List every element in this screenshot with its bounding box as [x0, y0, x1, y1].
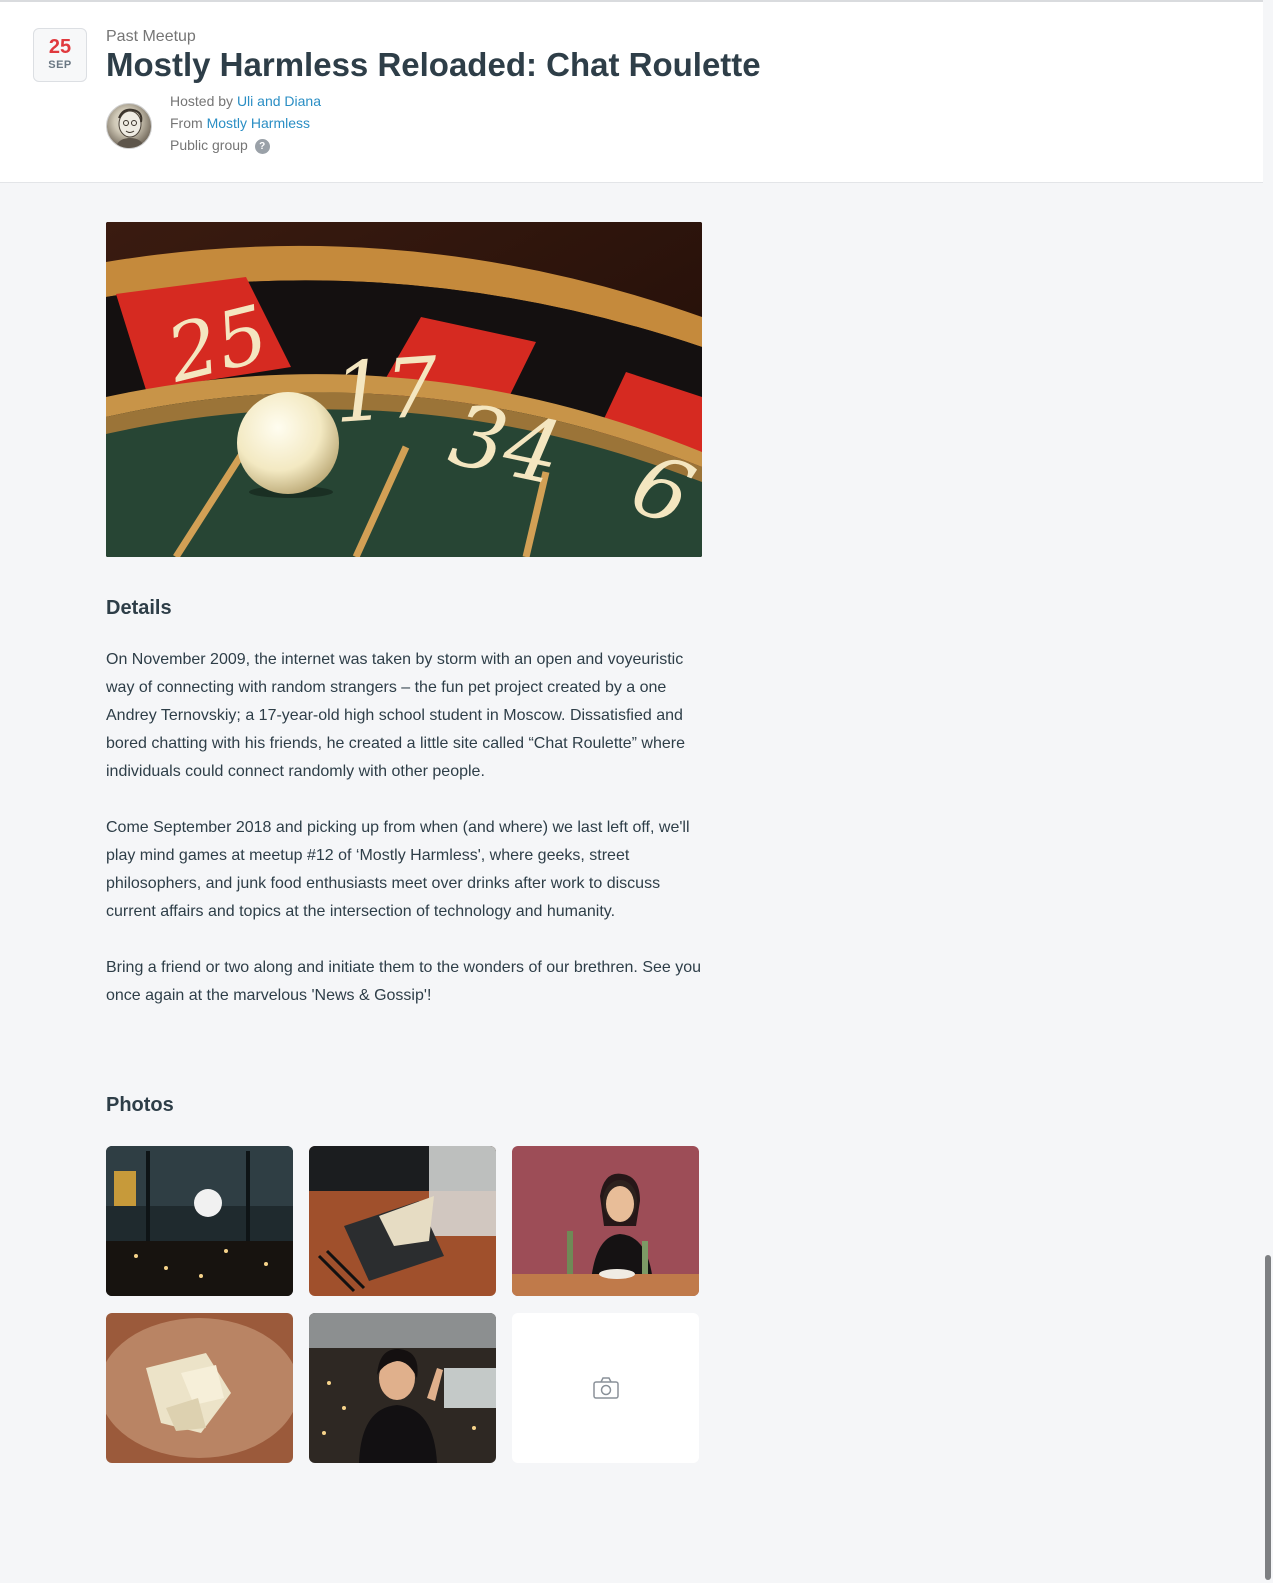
woman-eating-photo — [512, 1146, 699, 1296]
details-paragraph: Come September 2018 and picking up from … — [106, 819, 690, 920]
event-hero-image: 25 17 34 6 — [106, 222, 702, 557]
visibility-label: Public group — [170, 137, 248, 153]
details-body: On November 2009, the internet was taken… — [106, 646, 706, 1038]
roulette-number: 17 — [331, 340, 443, 442]
details-paragraph: On November 2009, the internet was taken… — [106, 651, 685, 780]
photo-thumbnail[interactable] — [309, 1146, 496, 1296]
bar-interior-photo — [106, 1146, 293, 1296]
event-title: Mostly Harmless Reloaded: Chat Roulette — [106, 46, 761, 83]
crumpled-paper-photo — [106, 1313, 293, 1463]
date-month: SEP — [48, 59, 72, 71]
visibility-line: Public group ? — [170, 137, 270, 154]
details-heading: Details — [106, 597, 172, 619]
hosted-by-line: Hosted by Uli and Diana — [170, 93, 321, 109]
camera-icon — [592, 1377, 619, 1399]
help-icon[interactable]: ? — [254, 138, 270, 154]
scrollbar-thumb[interactable] — [1265, 1255, 1271, 1580]
photo-thumbnail[interactable] — [106, 1146, 293, 1296]
hosted-by-label: Hosted by — [170, 93, 234, 109]
event-status: Past Meetup — [106, 28, 196, 45]
date-day: 25 — [48, 36, 72, 58]
notebook-table-photo — [309, 1146, 496, 1296]
event-header: 25 SEP Past Meetup Mostly Harmless Reloa… — [0, 2, 1273, 183]
hosts-link[interactable]: Uli and Diana — [237, 93, 321, 109]
woman-waving-photo — [309, 1313, 496, 1463]
date-badge: 25 SEP — [33, 28, 87, 82]
host-avatar[interactable] — [106, 103, 152, 149]
roulette-wheel-image: 25 17 34 6 — [106, 222, 702, 557]
roulette-ball — [237, 392, 339, 494]
photos-heading: Photos — [106, 1094, 174, 1116]
group-line: From Mostly Harmless — [170, 115, 310, 131]
photo-thumbnail[interactable] — [309, 1313, 496, 1463]
from-label: From — [170, 115, 203, 131]
add-photo-slot[interactable] — [512, 1313, 699, 1463]
photo-thumbnail[interactable] — [106, 1313, 293, 1463]
group-link[interactable]: Mostly Harmless — [207, 115, 310, 131]
avatar-portrait-image — [115, 108, 145, 148]
photo-thumbnail[interactable] — [512, 1146, 699, 1296]
details-paragraph: Bring a friend or two along and initiate… — [106, 959, 702, 1004]
